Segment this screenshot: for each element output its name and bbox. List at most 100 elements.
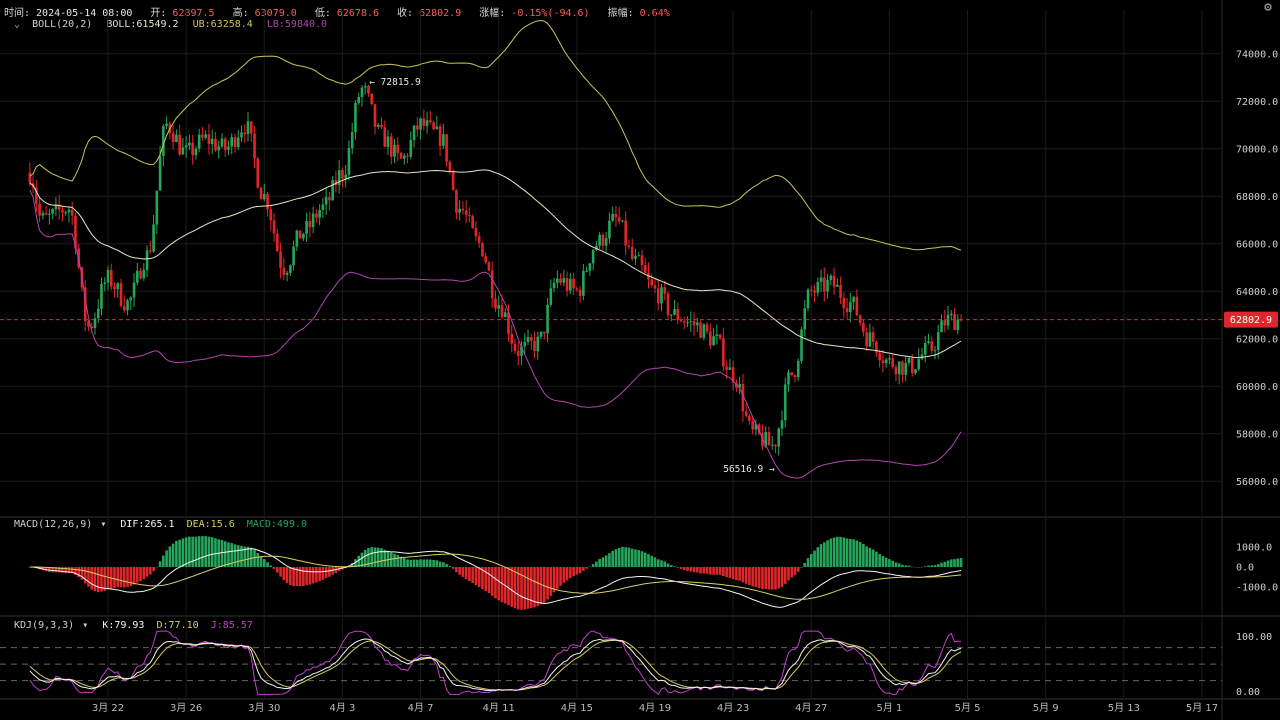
candle-body [432,122,435,130]
candle-body [51,209,54,214]
candle-body [468,214,471,217]
candle-body [891,358,894,367]
price-tick-label: 70000.0 [1236,144,1278,155]
macd-hist-bar [715,567,719,575]
macd-hist-bar [477,567,481,588]
x-tick-label: 3月 22 [92,702,124,714]
macd-hist-bar [549,567,553,596]
macd-hist-bar [751,567,754,587]
candle-body [683,321,686,323]
candle-body [819,277,823,282]
macd-hist-bar [774,567,777,590]
macd-hist-bar [959,558,963,567]
candle-body [389,136,393,157]
candle-body [354,102,357,133]
macd-hist-bar [539,567,543,605]
macd-hist-bar [565,567,569,581]
macd-hist-bar [917,567,921,568]
price-tick-label: 68000.0 [1236,192,1278,203]
candle-body [165,123,168,127]
candle-body [705,324,709,332]
macd-hist-bar [656,559,660,567]
candle-body [536,336,540,352]
candle-body [569,278,572,291]
candle-body [692,321,696,326]
candle-body [722,338,725,367]
candle-body [217,146,221,151]
macd-hist-bar [601,557,605,567]
candle-body [878,352,881,361]
candlestick-chart[interactable]: 3月 22 3月 26 3月 30 4月 3 4月 7 4月 11 4月 15 4月 19 4月… [0,0,1280,720]
macd-hist-bar [546,567,549,600]
macd-hist-bar [220,539,224,567]
macd-hist-bar [184,537,188,567]
candle-body [435,126,439,130]
macd-hist-bar [891,560,894,567]
macd-hist-bar [591,564,595,567]
macd-hist-bar [474,567,478,586]
candle-body [604,238,608,246]
macd-hist-bar [311,567,315,584]
macd-hist-bar [315,567,318,583]
macd-hist-bar [868,547,872,567]
macd-hist-bar [920,567,924,568]
candle-body [318,209,321,218]
candle-body [383,127,387,147]
candle-body [337,170,341,186]
macd-hist-bar [201,536,204,567]
candle-body [448,161,452,172]
candle-body [614,213,618,218]
macd-hist-bar [526,567,530,609]
candle-body [634,256,637,259]
candle-body [803,308,807,330]
candle-body [816,281,820,293]
x-tick-label: 5月 1 [876,702,902,714]
candle-body [126,300,129,311]
macd-hist-bar [139,567,142,582]
macd-hist-bar [376,547,380,567]
macd-hist-bar [276,567,279,573]
macd-hist-bar [836,536,839,567]
candle-body [572,278,575,289]
candle-body [637,255,641,257]
macd-hist-bar [878,553,881,567]
candle-body [289,265,292,273]
macd-hist-bar [103,567,107,591]
candle-body [849,302,852,313]
candle-body [360,87,364,97]
macd-hist-bar [425,559,429,567]
candle-body [930,341,934,351]
macd-hist-bar [536,567,540,606]
macd-hist-bar [927,565,930,567]
macd-hist-bar [585,567,588,569]
macd-hist-bar [158,561,162,567]
candle-body [868,332,872,347]
candle-body [575,288,579,290]
macd-hist-bar [761,567,764,590]
candle-body [481,242,484,257]
macd-hist-bar [96,567,100,593]
macd-hist-bar [845,538,849,567]
macd-hist-bar [214,538,217,567]
macd-hist-bar [894,562,898,567]
macd-hist-bar [282,567,286,581]
macd-hist-bar [461,567,465,578]
macd-hist-bar [171,543,175,567]
candle-body [207,134,211,144]
candle-body [409,140,413,157]
macd-hist-bar [119,567,123,588]
boll-mid-line [29,169,962,359]
macd-hist-bar [122,567,126,588]
macd-hist-bar [556,567,559,589]
candle-body [845,308,849,313]
macd-hist-bar [660,560,663,567]
candle-body [438,126,442,146]
candle-body [855,296,859,316]
price-tick-label: 62000.0 [1236,334,1278,345]
candle-body [829,275,833,281]
candle-body [523,341,527,347]
candle-body [194,148,198,156]
x-tick-label: 4月 15 [561,702,593,714]
candle-body [910,357,914,374]
candle-body [402,155,406,159]
